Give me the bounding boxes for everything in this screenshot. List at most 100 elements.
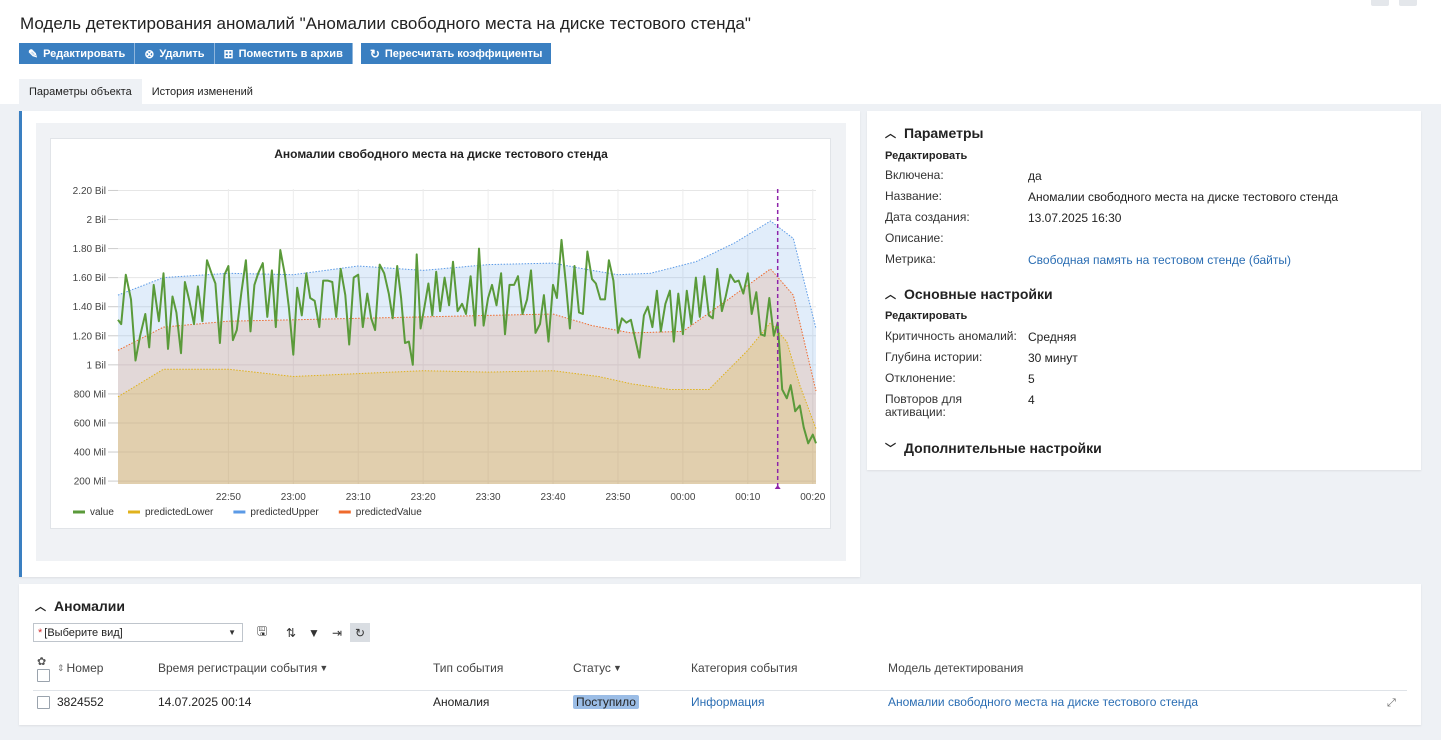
anomalies-title: Аномалии: [54, 598, 125, 614]
table-header-divider: [33, 690, 1407, 691]
expand-icon[interactable]: ⤢: [1387, 697, 1396, 710]
export-button[interactable]: ⇥: [327, 623, 347, 642]
model-link[interactable]: Аномалии свободного места на диске тесто…: [888, 695, 1198, 709]
param-label: Название:: [885, 189, 942, 203]
setting-row-repeats: Повторов для активации: 4: [885, 393, 1405, 419]
cell-time: 14.07.2025 00:14: [158, 695, 252, 709]
basic-settings-edit-link[interactable]: Редактировать: [885, 310, 967, 322]
param-row-enabled: Включена: да: [885, 169, 1405, 184]
column-header-status[interactable]: Статус ▼: [573, 661, 622, 675]
chevron-up-icon: ︿: [885, 128, 896, 140]
delete-button[interactable]: ⊗ Удалить: [135, 43, 215, 64]
sort-icon: ⇕: [57, 662, 65, 673]
anomaly-marker-triangle: [774, 485, 781, 489]
sort-button[interactable]: ⇅: [281, 623, 301, 642]
toolbar: ✎ Редактировать ⊗ Удалить ⊞ Поместить в …: [19, 43, 552, 64]
x-tick-label: 00:20: [800, 492, 825, 503]
window-control-button[interactable]: [1371, 0, 1389, 6]
column-header-label: Статус: [573, 661, 611, 675]
export-icon: ⇥: [331, 625, 343, 640]
setting-value: 4: [1028, 393, 1035, 407]
param-label: Дата создания:: [885, 210, 970, 224]
cell-number: 3824552: [57, 695, 104, 709]
cell-type: Аномалия: [433, 695, 490, 709]
column-header-category[interactable]: Категория события: [691, 661, 797, 675]
y-tick-label: 1.20 Bil: [73, 331, 106, 342]
table-tools: 🖫 ⇅ ▼ ⇥ ↻: [252, 623, 370, 642]
x-tick-label: 23:20: [411, 492, 436, 503]
setting-label: Повторов для активации:: [885, 392, 963, 419]
category-link[interactable]: Информация: [691, 695, 764, 709]
column-header-number[interactable]: ⇕ Номер: [57, 661, 103, 675]
legend-label: predictedValue: [356, 507, 422, 518]
edit-button[interactable]: ✎ Редактировать: [19, 43, 136, 64]
setting-row-history-depth: Глубина истории: 30 минут: [885, 351, 1405, 366]
row-checkbox[interactable]: [37, 696, 50, 709]
param-row-name: Название: Аномалии свободного места на д…: [885, 189, 1405, 205]
setting-row-criticality: Критичность аномалий: Средняя: [885, 330, 1405, 345]
tab-object-parameters[interactable]: Параметры объекта: [19, 79, 142, 104]
view-select-value: [Выберите вид]: [44, 626, 123, 639]
x-tick-label: 23:30: [476, 492, 501, 503]
chevron-up-icon: ︿: [35, 601, 46, 613]
select-all-checkbox[interactable]: [37, 669, 50, 682]
param-row-created: Дата создания: 13.07.2025 16:30: [885, 210, 1405, 226]
column-header-label: Время регистрации события: [158, 661, 318, 675]
chevron-down-icon: ﹀: [885, 443, 896, 455]
setting-row-deviation: Отклонение: 5: [885, 371, 1405, 387]
filter-icon: ▼: [308, 625, 320, 640]
x-tick-label: 00:10: [735, 492, 760, 503]
archive-button-label: Поместить в архив: [238, 47, 343, 60]
extra-settings-section-header[interactable]: ﹀ Дополнительные настройки: [885, 440, 1102, 456]
param-value: 13.07.2025 16:30: [1028, 211, 1122, 225]
filter-icon: ▼: [612, 663, 622, 673]
gear-icon[interactable]: ✿: [37, 655, 46, 668]
basic-settings-section-header[interactable]: ︿ Основные настройки: [885, 286, 1053, 302]
edit-button-label: Редактировать: [43, 47, 126, 60]
object-tabs: Параметры объекта История изменений: [19, 79, 263, 104]
column-header-type[interactable]: Тип события: [433, 661, 503, 675]
pencil-icon: ✎: [28, 46, 39, 61]
metric-link[interactable]: Свободная память на тестовом стенде (бай…: [1028, 253, 1291, 267]
status-badge: Поступило: [573, 695, 639, 709]
column-header-label: Категория события: [691, 661, 798, 675]
save-view-button[interactable]: 🖫: [252, 623, 272, 642]
anomaly-chart[interactable]: Аномалии свободного места на диске тесто…: [51, 139, 832, 530]
legend-label: predictedUpper: [250, 507, 319, 518]
y-tick-label: 600 Mil: [74, 418, 106, 429]
archive-button[interactable]: ⊞ Поместить в архив: [214, 43, 353, 64]
y-tick-label: 200 Mil: [74, 477, 106, 488]
column-header-model[interactable]: Модель детектирования: [888, 661, 1023, 675]
x-tick-label: 00:00: [670, 492, 695, 503]
chevron-up-icon: ︿: [885, 289, 896, 301]
parameters-section-title: Параметры: [904, 125, 984, 141]
y-tick-label: 1 Bil: [87, 360, 106, 371]
chart-card: Аномалии свободного места на диске тесто…: [50, 138, 831, 529]
refresh-button[interactable]: ↻: [350, 623, 370, 642]
caret-down-icon: ▼: [228, 628, 236, 637]
setting-value: Средняя: [1028, 330, 1077, 344]
tab-change-history[interactable]: История изменений: [142, 79, 263, 104]
column-header-label: Модель детектирования: [888, 661, 1024, 675]
window-control-button[interactable]: [1399, 0, 1417, 6]
setting-value: 30 минут: [1028, 351, 1078, 365]
filter-button[interactable]: ▼: [304, 623, 324, 642]
setting-value: 5: [1028, 372, 1035, 386]
parameters-edit-link[interactable]: Редактировать: [885, 150, 967, 162]
column-header-label: Номер: [66, 661, 104, 675]
x-tick-label: 23:00: [281, 492, 306, 503]
sort-icon: ⇅: [285, 625, 297, 640]
y-tick-label: 1.60 Bil: [73, 273, 106, 284]
parameters-section-header[interactable]: ︿ Параметры: [885, 125, 984, 141]
delete-button-label: Удалить: [159, 47, 205, 60]
param-row-description: Описание:: [885, 232, 1405, 245]
param-row-metric: Метрика: Свободная память на тестовом ст…: [885, 253, 1405, 268]
recalc-button[interactable]: ↻ Пересчитать коэффициенты: [360, 43, 552, 64]
anomalies-section-header[interactable]: ︿ Аномалии: [35, 598, 125, 614]
filter-icon: ▼: [319, 663, 329, 673]
setting-label: Отклонение:: [885, 371, 956, 385]
column-header-time[interactable]: Время регистрации события ▼: [158, 661, 328, 675]
param-label: Описание:: [885, 231, 944, 245]
parameters-panel: ︿ Параметры Редактировать Включена: да Н…: [867, 111, 1421, 470]
view-select[interactable]: * [Выберите вид] ▼: [33, 623, 243, 642]
